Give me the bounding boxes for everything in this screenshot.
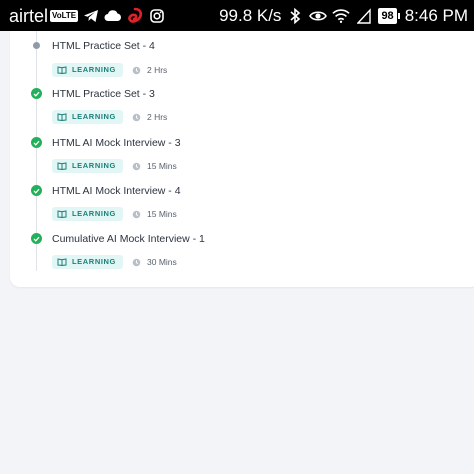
duration-text: 15 Mins — [147, 209, 177, 219]
clock-icon — [132, 162, 141, 170]
timeline-item[interactable]: HTML Practice Set - 4 LEARNING 2 Hrs — [0, 38, 470, 86]
completed-check-icon — [31, 233, 42, 244]
tag-label: LEARNING — [72, 257, 116, 266]
tag-label: LEARNING — [72, 161, 116, 170]
clock-icon — [132, 210, 141, 218]
duration-text: 15 Mins — [147, 161, 177, 171]
wifi-icon — [332, 7, 351, 25]
book-icon — [57, 210, 67, 218]
duration-text: 2 Hrs — [147, 112, 168, 122]
book-icon — [57, 162, 67, 170]
timeline-item[interactable]: HTML Practice Set - 3 LEARNING 2 Hrs — [0, 86, 470, 134]
instagram-icon — [148, 7, 166, 25]
notification-icons: VoLTE — [50, 7, 166, 25]
timeline-item[interactable]: HTML AI Mock Interview - 3 LEARNING 15 M… — [0, 135, 470, 183]
status-right: 99.8 K/s 98 8:46 PM — [219, 6, 468, 26]
network-speed: 99.8 K/s — [219, 6, 282, 25]
duration-text: 2 Hrs — [147, 65, 168, 75]
learning-tag: LEARNING — [52, 63, 123, 77]
bluetooth-icon — [286, 7, 304, 25]
item-title[interactable]: HTML AI Mock Interview - 3 — [52, 137, 181, 150]
signal-icon — [355, 7, 373, 25]
tag-label: LEARNING — [72, 65, 116, 74]
cloud-icon — [104, 7, 122, 25]
duration: 15 Mins — [132, 161, 177, 171]
battery-level: 98 — [378, 8, 397, 24]
clock-icon — [132, 66, 141, 74]
clock: 8:46 PM — [404, 6, 468, 25]
learning-tag: LEARNING — [52, 110, 123, 124]
learning-tag: LEARNING — [52, 207, 123, 221]
duration: 15 Mins — [132, 209, 177, 219]
completed-check-icon — [31, 88, 42, 99]
item-title[interactable]: HTML AI Mock Interview - 4 — [52, 185, 181, 198]
book-icon — [57, 258, 67, 266]
timeline-item[interactable]: Cumulative AI Mock Interview - 1 LEARNIN… — [0, 232, 470, 280]
timeline-item[interactable]: HTML AI Mock Interview - 4 LEARNING 15 M… — [0, 183, 470, 231]
book-icon — [57, 66, 67, 74]
completed-check-icon — [31, 185, 42, 196]
duration: 30 Mins — [132, 257, 177, 267]
volte-icon: VoLTE — [50, 10, 79, 22]
airtel-logo-icon — [126, 7, 144, 25]
clock-icon — [132, 258, 141, 266]
item-title[interactable]: HTML Practice Set - 4 — [52, 40, 155, 53]
book-icon — [57, 113, 67, 121]
eye-icon — [309, 7, 328, 25]
duration: 2 Hrs — [132, 112, 167, 122]
item-title[interactable]: HTML Practice Set - 3 — [52, 88, 155, 101]
duration-text: 30 Mins — [147, 257, 177, 267]
telegram-icon — [82, 7, 100, 25]
battery-icon: 98 — [378, 8, 400, 24]
duration: 2 Hrs — [132, 65, 167, 75]
tag-label: LEARNING — [72, 112, 116, 121]
learning-tag: LEARNING — [52, 159, 123, 173]
item-title[interactable]: Cumulative AI Mock Interview - 1 — [52, 233, 205, 246]
pending-dot-icon — [33, 42, 40, 49]
clock-icon — [132, 113, 141, 121]
learning-tag: LEARNING — [52, 255, 123, 269]
completed-check-icon — [31, 137, 42, 148]
carrier-name: airtel — [9, 6, 49, 26]
status-bar: airtel VoLTE 99.8 K/s 98 8:46 PM — [0, 0, 474, 31]
tag-label: LEARNING — [72, 209, 116, 218]
